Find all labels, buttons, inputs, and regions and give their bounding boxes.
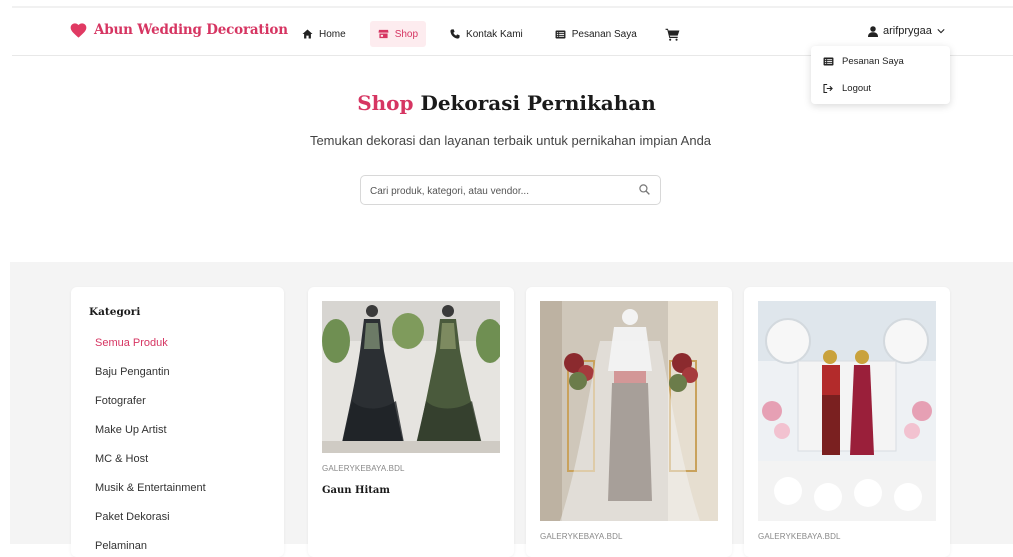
product-name[interactable]: Gaun Hitam (322, 485, 390, 496)
nav-shop[interactable]: Shop (369, 21, 427, 47)
page-title-accent: Shop (357, 91, 414, 115)
category-item[interactable]: MC & Host (95, 453, 148, 465)
nav-home-label: Home (319, 28, 346, 40)
search-input[interactable] (370, 182, 620, 200)
category-item[interactable]: Fotografer (95, 395, 146, 407)
phone-icon (450, 29, 460, 39)
nav-orders-label: Pesanan Saya (571, 28, 637, 40)
product-image[interactable] (322, 301, 500, 453)
user-icon (868, 25, 878, 37)
cart-icon (665, 28, 680, 41)
nav-home[interactable]: Home (294, 21, 354, 47)
category-item[interactable]: Musik & Entertainment (95, 482, 206, 494)
nav-orders[interactable]: Pesanan Saya (547, 21, 645, 47)
product-image[interactable] (540, 301, 718, 521)
nav-contact[interactable]: Kontak Kami (442, 21, 531, 47)
page-title-rest: Dekorasi Pernikahan (420, 91, 656, 115)
dropdown-orders[interactable]: Pesanan Saya (823, 56, 904, 67)
product-card[interactable]: GALERYKEBAYA.BDL Gaun Hitam (308, 287, 514, 557)
category-item[interactable]: Make Up Artist (95, 424, 167, 436)
brand-name: Abun Wedding Decoration (94, 22, 288, 38)
sidebar-title: Kategori (89, 306, 141, 318)
nav-contact-label: Kontak Kami (466, 28, 523, 40)
search-icon[interactable] (638, 183, 651, 196)
category-item[interactable]: Semua Produk (95, 337, 168, 349)
category-item[interactable]: Baju Pengantin (95, 366, 170, 378)
product-card[interactable]: GALERYKEBAYA.BDL (526, 287, 732, 557)
page-title: Shop Dekorasi Pernikahan (0, 91, 1013, 115)
product-vendor: GALERYKEBAYA.BDL (322, 464, 405, 473)
list-icon (555, 29, 566, 39)
search-box (360, 175, 661, 205)
page-subtitle: Temukan dekorasi dan layanan terbaik unt… (309, 133, 712, 148)
product-vendor: GALERYKEBAYA.BDL (540, 532, 623, 541)
cart-button[interactable] (661, 21, 684, 47)
product-image[interactable] (758, 301, 936, 521)
list-icon (823, 57, 834, 66)
product-card[interactable]: GALERYKEBAYA.BDL (744, 287, 950, 557)
home-icon (302, 29, 313, 39)
category-item[interactable]: Pelaminan (95, 540, 147, 552)
chevron-down-icon (937, 29, 945, 34)
category-item[interactable]: Paket Dekorasi (95, 511, 170, 523)
nav-shop-label: Shop (394, 28, 419, 40)
product-vendor: GALERYKEBAYA.BDL (758, 532, 841, 541)
user-menu-toggle[interactable]: arifprygaa (868, 25, 945, 37)
main-nav: Home Shop Kontak Kami Pesanan Saya (294, 21, 700, 47)
user-name: arifprygaa (883, 25, 932, 37)
brand-logo[interactable]: Abun Wedding Decoration (70, 22, 288, 38)
dropdown-orders-label: Pesanan Saya (842, 56, 904, 67)
shop-icon (378, 29, 389, 39)
category-sidebar: Kategori Semua Produk Baju Pengantin Fot… (71, 287, 284, 557)
heart-icon (70, 22, 87, 38)
